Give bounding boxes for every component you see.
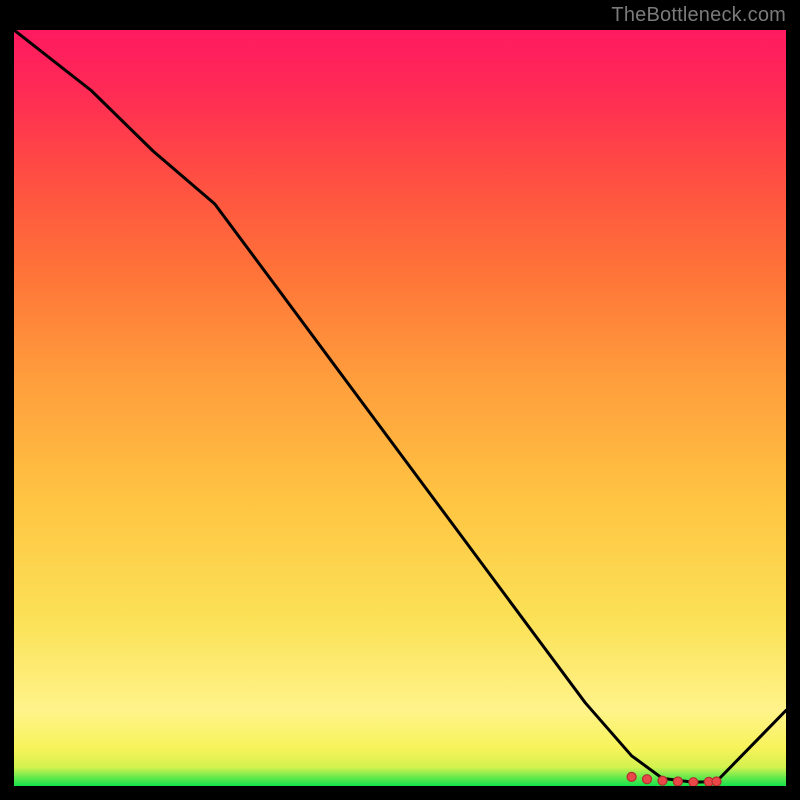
optimal-marker: [658, 776, 667, 785]
watermark-text: TheBottleneck.com: [611, 4, 786, 27]
plot-svg: [14, 30, 786, 786]
optimal-marker: [627, 772, 636, 781]
series-curve: [14, 30, 786, 782]
chart-stage: TheBottleneck.com: [0, 0, 800, 800]
plot-area: [14, 30, 786, 786]
optimal-marker: [712, 777, 721, 786]
optimal-marker: [643, 775, 652, 784]
optimal-marker: [689, 778, 698, 786]
optimal-marker: [673, 777, 682, 786]
optimal-range-markers: [627, 772, 721, 786]
